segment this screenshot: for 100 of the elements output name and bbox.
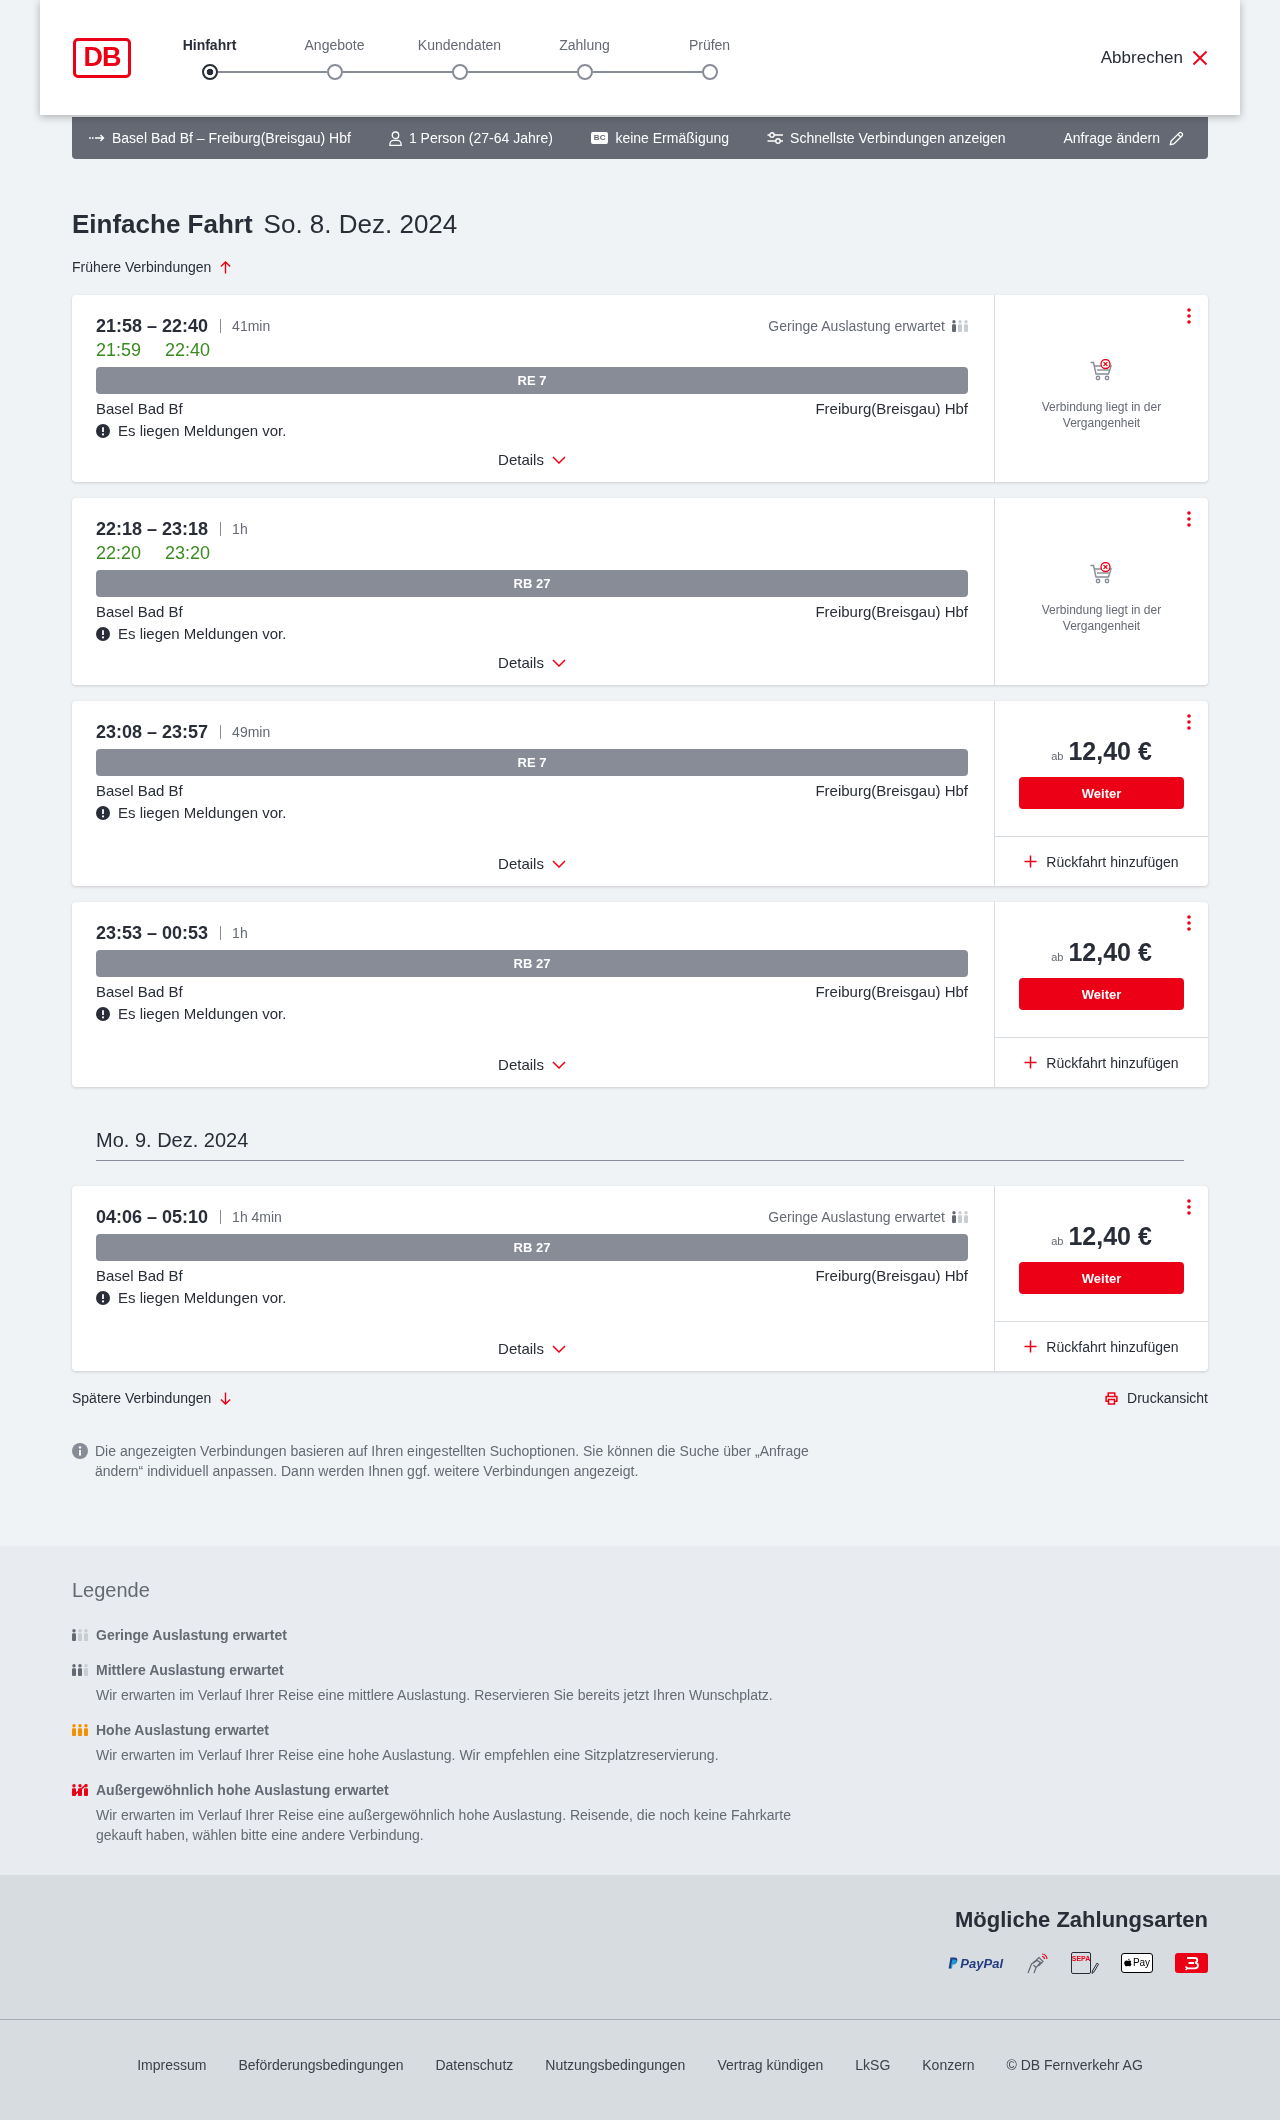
duration-text: 41min: [220, 319, 271, 333]
step-label: Angebote: [304, 35, 365, 54]
price-text: 12,40 €: [1068, 1222, 1152, 1250]
more-options-icon[interactable]: [1187, 1199, 1191, 1215]
footer-link[interactable]: Vertrag kündigen: [717, 2055, 824, 2075]
departure-arrival-times: 23:08 – 23:57: [96, 721, 209, 743]
price-prefix: ab: [1051, 1234, 1064, 1248]
plus-icon: [1024, 1340, 1038, 1353]
add-return-button[interactable]: Rückfahrt hinzufügen: [995, 1321, 1208, 1371]
legend-label: Geringe Auslastung erwartet: [96, 1626, 287, 1645]
details-button[interactable]: Details: [498, 854, 566, 874]
footer-link[interactable]: Konzern: [922, 2055, 975, 2075]
later-connections-link[interactable]: Spätere Verbindungen: [72, 1388, 233, 1408]
print-view-link[interactable]: Druckansicht: [1105, 1388, 1208, 1408]
chevron-down-icon: [551, 659, 566, 667]
step-label: Kundendaten: [417, 35, 502, 54]
page-title: Einfache Fahrt: [72, 208, 253, 240]
train-line-bar: RB 27: [96, 1234, 968, 1261]
origin-station: Basel Bad Bf: [96, 1267, 183, 1285]
low-occupancy-icon: [72, 1629, 88, 1641]
high-occupancy-icon: [72, 1724, 88, 1736]
destination-station: Freiburg(Breisgau) Hbf: [815, 603, 968, 621]
medium-occupancy-icon: [72, 1664, 88, 1676]
legend-label: Außergewöhnlich hohe Auslastung erwartet: [96, 1781, 389, 1800]
add-return-button[interactable]: Rückfahrt hinzufügen: [995, 1037, 1208, 1087]
train-line-bar: RB 27: [96, 950, 968, 977]
notice-text: Es liegen Meldungen vor.: [118, 625, 287, 643]
plus-icon: [1024, 855, 1038, 868]
continue-button[interactable]: Weiter: [1019, 978, 1184, 1010]
occupancy-text: Geringe Auslastung erwartet: [768, 318, 945, 334]
step-label: Zahlung: [559, 35, 610, 54]
footer-link[interactable]: Impressum: [137, 2055, 207, 2075]
low-occupancy-icon: [952, 320, 968, 332]
travelers-text: 1 Person (27-64 Jahre): [408, 130, 553, 146]
price-text: 12,40 €: [1068, 737, 1152, 765]
chevron-down-icon: [551, 1061, 566, 1069]
destination-station: Freiburg(Breisgau) Hbf: [815, 983, 968, 1001]
realtime-text: 23:20: [165, 542, 211, 564]
apple-pay-text: Pay: [1132, 1958, 1151, 1968]
printer-icon: [1105, 1391, 1119, 1405]
train-line-bar: RE 7: [96, 367, 968, 394]
details-button[interactable]: Details: [498, 653, 566, 673]
continue-button[interactable]: Weiter: [1019, 1262, 1184, 1294]
footer-link[interactable]: © DB Fernverkehr AG: [1006, 2055, 1143, 2075]
destination-station: Freiburg(Breisgau) Hbf: [815, 400, 968, 418]
exclamation-icon: [96, 1007, 110, 1021]
chevron-down-icon: [551, 860, 566, 868]
info-text: Die angezeigten Verbindungen basieren auf Ihren eingestellten Suchoptionen. Sie können die Suche über „Anfrage ändern“ individuell anpassen. Dann werden Ihnen ggf. weitere Verbindungen angezeigt.: [95, 1442, 810, 1481]
cancel-button[interactable]: Abbrechen: [1100, 47, 1208, 68]
legend-label: Hohe Auslastung erwartet: [96, 1721, 269, 1740]
date-divider-text: Mo. 9. Dez. 2024: [96, 1129, 249, 1151]
info-icon: [72, 1443, 88, 1459]
cart-unavailable-icon: [1089, 562, 1114, 584]
edit-request-button[interactable]: Anfrage ändern: [1063, 130, 1184, 146]
footer-link[interactable]: Beförderungsbedingungen: [238, 2055, 404, 2075]
origin-station: Basel Bad Bf: [96, 400, 183, 418]
add-return-button[interactable]: Rückfahrt hinzufügen: [995, 836, 1208, 886]
arrow-up-icon: [219, 260, 233, 274]
more-options-icon[interactable]: [1187, 714, 1191, 730]
earlier-connections-link[interactable]: Frühere Verbindungen: [72, 257, 233, 277]
realtime-text: 22:20: [96, 542, 142, 564]
continue-button[interactable]: Weiter: [1019, 777, 1184, 809]
train-line-bar: RB 27: [96, 570, 968, 597]
duration-text: 49min: [220, 725, 271, 739]
person-icon: [388, 130, 402, 146]
notice-text: Es liegen Meldungen vor.: [118, 804, 287, 822]
more-options-icon[interactable]: [1187, 915, 1191, 931]
details-button[interactable]: Details: [498, 450, 566, 470]
past-connection-message: Verbindung liegt in der Vergangenheit: [1040, 399, 1163, 431]
more-options-icon[interactable]: [1187, 511, 1191, 527]
notice-text: Es liegen Meldungen vor.: [118, 1005, 287, 1023]
more-options-icon[interactable]: [1187, 308, 1191, 324]
footer-link[interactable]: LkSG: [855, 2055, 891, 2075]
details-button[interactable]: Details: [498, 1055, 566, 1075]
exclamation-icon: [96, 806, 110, 820]
origin-station: Basel Bad Bf: [96, 983, 183, 1001]
departure-arrival-times: 21:58 – 22:40: [96, 315, 209, 337]
exclamation-icon: [96, 627, 110, 641]
realtime-text: 21:59: [96, 339, 142, 361]
footer-link[interactable]: Nutzungsbedingungen: [545, 2055, 686, 2075]
db-bonus-icon: [1175, 1953, 1208, 1973]
footer-link[interactable]: Datenschutz: [435, 2055, 514, 2075]
past-connection-message: Verbindung liegt in der Vergangenheit: [1040, 602, 1163, 634]
destination-station: Freiburg(Breisgau) Hbf: [815, 1267, 968, 1285]
pen-icon: [1091, 1962, 1099, 1974]
exclamation-icon: [96, 424, 110, 438]
arrow-down-icon: [219, 1391, 233, 1405]
exclamation-icon: [96, 1291, 110, 1305]
logo[interactable]: DB: [73, 37, 131, 78]
departure-arrival-times: 04:06 – 05:10: [96, 1206, 209, 1228]
contactless-card-icon: [1025, 1952, 1049, 1974]
train-line-bar: RE 7: [96, 749, 968, 776]
departure-arrival-times: 22:18 – 23:18: [96, 518, 209, 540]
details-button[interactable]: Details: [498, 1339, 566, 1359]
cart-unavailable-icon: [1089, 359, 1114, 381]
payment-title: Mögliche Zahlungsarten: [954, 1906, 1208, 1934]
notice-text: Es liegen Meldungen vor.: [118, 422, 287, 440]
price-prefix: ab: [1051, 950, 1064, 964]
duration-text: 1h: [220, 522, 248, 536]
plus-icon: [1024, 1056, 1038, 1069]
